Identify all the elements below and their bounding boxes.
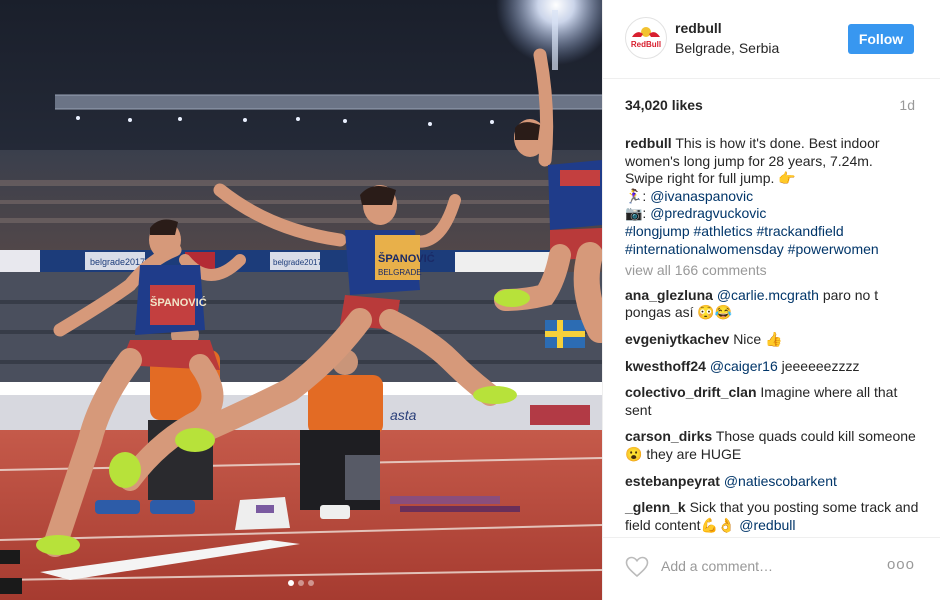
- bib-2: ŠPANOVIĆ: [378, 252, 435, 265]
- caption-line: This is how it's done. Best indoor: [675, 135, 880, 151]
- post-location[interactable]: Belgrade, Serbia: [675, 40, 779, 56]
- comment-username[interactable]: evgeniytkachev: [625, 331, 729, 347]
- carousel-dots: [0, 580, 602, 586]
- view-all-comments-link[interactable]: view all 166 comments: [625, 262, 920, 280]
- likes-row: 34,020 likes 1d: [625, 97, 915, 117]
- comment: carson_dirks Those quads could kill some…: [625, 428, 920, 463]
- comment-username[interactable]: kwesthoff24: [625, 358, 706, 374]
- athletics-photo: belgrade2017 belgrade2017 asta ŠPANOVIĆ …: [0, 0, 602, 600]
- hashtags-line[interactable]: #longjump #athletics #trackandfield: [625, 223, 920, 241]
- caption-username[interactable]: redbull: [625, 135, 672, 151]
- comment: colectivo_drift_clan Imagine where all t…: [625, 384, 920, 419]
- comment: kwesthoff24 @caiger16 jeeeeeezzzz: [625, 358, 920, 376]
- mention-link[interactable]: @predragvuckovic: [650, 205, 766, 221]
- heart-icon[interactable]: [625, 556, 649, 578]
- comment: ana_glezluna @carlie.mcgrath paro no t p…: [625, 287, 920, 322]
- comment: _glenn_k Sick that you posting some trac…: [625, 499, 920, 534]
- mention-link[interactable]: @redbull: [739, 517, 795, 533]
- comment-username[interactable]: carson_dirks: [625, 428, 712, 444]
- caption-line: Swipe right for full jump. 👉: [625, 170, 796, 187]
- bib-1: ŠPANOVIĆ: [150, 296, 207, 309]
- comment-username[interactable]: _glenn_k: [625, 499, 686, 515]
- comment: evgeniytkachev Nice 👍: [625, 331, 920, 349]
- sign-text-right: belgrade2017: [273, 258, 322, 267]
- caption-line: women's long jump for 28 years, 7.24m.: [625, 152, 873, 169]
- follow-button[interactable]: Follow: [848, 24, 914, 54]
- sign-text-left: belgrade2017: [90, 257, 145, 267]
- comment-username[interactable]: estebanpeyrat: [625, 473, 720, 489]
- post-header: RedBull redbull Belgrade, Serbia Follow: [603, 0, 940, 79]
- comment-text: jeeeeeezzzz: [777, 357, 860, 374]
- mention-link[interactable]: @ivanaspanovic: [650, 188, 753, 204]
- avatar-text: RedBull: [631, 40, 661, 49]
- mention-link[interactable]: @caiger16: [710, 358, 778, 374]
- carousel-dot[interactable]: [308, 580, 314, 586]
- comment-username[interactable]: ana_glezluna: [625, 287, 713, 303]
- more-options-icon[interactable]: ooo: [887, 556, 915, 573]
- comment: estebanpeyrat @natiescobarkent: [625, 473, 920, 491]
- board-text: asta: [390, 407, 417, 423]
- redbull-logo-icon: RedBull: [631, 27, 661, 49]
- bib-3: BELGRADE: [378, 268, 422, 277]
- post-username[interactable]: redbull: [675, 20, 722, 36]
- comment-username[interactable]: colectivo_drift_clan: [625, 384, 757, 400]
- add-comment-input[interactable]: [661, 555, 881, 577]
- post-caption: redbull This is how it's done. Best indo…: [625, 135, 920, 258]
- post-photo[interactable]: belgrade2017 belgrade2017 asta ŠPANOVIĆ …: [0, 0, 602, 600]
- hashtags-line[interactable]: #internationalwomensday #powerwomen: [625, 241, 920, 259]
- carousel-dot[interactable]: [298, 580, 304, 586]
- likes-count[interactable]: 34,020 likes: [625, 97, 703, 113]
- caption-prefix: 🏃‍♀️:: [625, 187, 651, 204]
- caption-prefix: 📷:: [625, 205, 651, 222]
- mention-link[interactable]: @carlie.mcgrath: [717, 287, 819, 303]
- avatar[interactable]: RedBull: [625, 17, 667, 59]
- comments-section: redbull This is how it's done. Best indo…: [625, 135, 920, 543]
- comment-text: Nice 👍: [733, 330, 783, 347]
- comment-footer: ooo: [603, 537, 940, 600]
- mention-link[interactable]: @natiescobarkent: [724, 473, 837, 489]
- post-age[interactable]: 1d: [899, 97, 915, 113]
- post-details-panel: RedBull redbull Belgrade, Serbia Follow …: [602, 0, 940, 600]
- carousel-dot[interactable]: [288, 580, 294, 586]
